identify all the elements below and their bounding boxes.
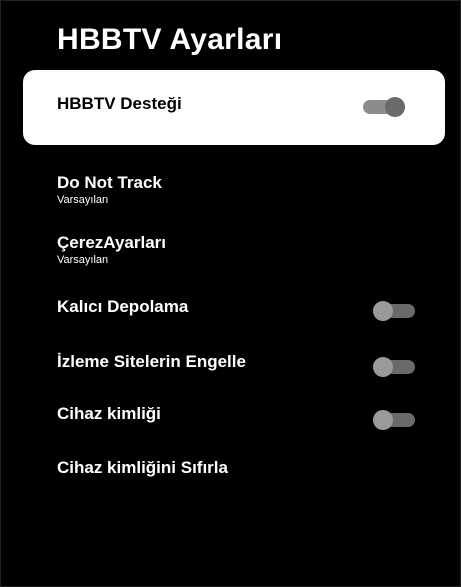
menu-item-label: Cihaz kimliği: [57, 404, 161, 423]
toggle-knob: [373, 410, 393, 430]
menu-item-reset-device-id[interactable]: Cihaz kimliğini Sıfırla: [57, 458, 228, 478]
menu-item-label: ÇerezAyarları: [57, 233, 166, 252]
menu-item-label: Do Not Track: [57, 173, 162, 192]
menu-item-device-id[interactable]: Cihaz kimliği: [57, 404, 161, 424]
persistent-storage-toggle[interactable]: [373, 301, 415, 321]
device-id-toggle[interactable]: [373, 410, 415, 430]
toggle-knob: [373, 301, 393, 321]
menu-item-label: Cihaz kimliğini Sıfırla: [57, 458, 228, 477]
toggle-knob: [385, 97, 405, 117]
menu-item-block-tracking-sites[interactable]: İzleme Sitelerin Engelle: [57, 352, 246, 372]
menu-item-do-not-track[interactable]: Do Not Track Varsayılan: [57, 173, 162, 206]
menu-item-hbbtv-support[interactable]: HBBTV Desteği: [23, 70, 445, 145]
page-title: HBBTV Ayarları: [57, 23, 283, 56]
menu-item-label: HBBTV Desteği: [57, 94, 182, 113]
menu-item-label: Kalıcı Depolama: [57, 297, 189, 316]
toggle-knob: [373, 357, 393, 377]
hbbtv-support-toggle[interactable]: [363, 97, 405, 117]
menu-item-value: Varsayılan: [57, 194, 109, 206]
block-tracking-sites-toggle[interactable]: [373, 357, 415, 377]
menu-item-label: İzleme Sitelerin Engelle: [57, 352, 246, 371]
menu-item-value: Varsayılan: [57, 254, 109, 266]
menu-item-cookie-settings[interactable]: ÇerezAyarları Varsayılan: [57, 233, 166, 266]
menu-item-persistent-storage[interactable]: Kalıcı Depolama: [57, 297, 188, 317]
tv-settings-screen: HBBTV Ayarları HBBTV Desteği Do Not Trac…: [0, 0, 461, 587]
